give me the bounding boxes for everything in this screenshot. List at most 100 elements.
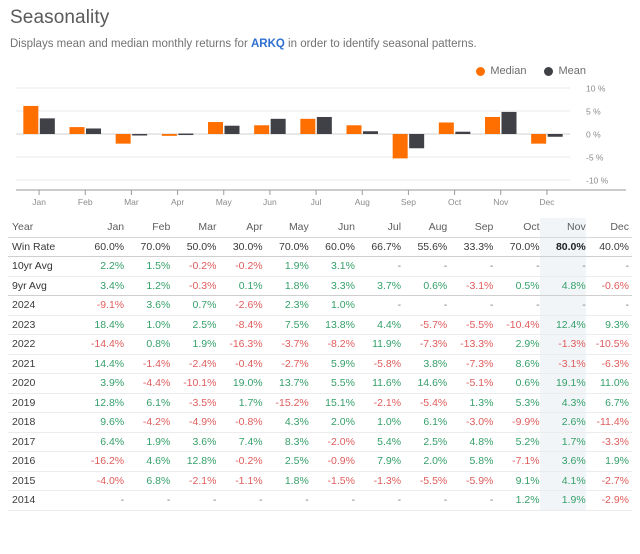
cell-2024-jun: 1.0%: [331, 299, 355, 312]
column-header-aug[interactable]: Aug: [401, 218, 448, 238]
chart-bar-mean-mar[interactable]: [132, 134, 148, 136]
column-header-jun[interactable]: Jun: [308, 218, 355, 238]
x-axis-tick-label: Oct: [448, 197, 462, 207]
column-header-jul[interactable]: Jul: [354, 218, 402, 238]
cell-2017-jul: 5.4%: [377, 435, 402, 448]
cell-2023-apr: -8.4%: [235, 318, 263, 331]
cell-10yr-avg-may: 1.9%: [284, 260, 309, 273]
cell-2022-sep: -13.3%: [460, 338, 494, 351]
cell-10yr-avg-jan: 2.2%: [100, 260, 125, 273]
cell-2023-jul: 4.4%: [377, 318, 402, 331]
ticker-link[interactable]: ARKQ: [251, 38, 285, 50]
cell-win-rate-dec: 40.0%: [599, 240, 629, 253]
chart-svg: 10 % 5 % 0 % -5 % -10 % Jan Feb Mar Apr May Jun Jul…: [16, 84, 626, 207]
column-header-oct[interactable]: Oct: [493, 218, 540, 238]
cell-2014-dec: -2.9%: [601, 494, 629, 507]
chart-bar-median-oct[interactable]: [438, 122, 454, 135]
cell-win-rate-nov: 80.0%: [539, 237, 586, 257]
chart-bar-mean-jul[interactable]: [316, 116, 332, 134]
cell-2017-sep: 4.8%: [469, 435, 494, 448]
circle-dot-icon: [544, 66, 554, 76]
cell-2023-aug: -5.7%: [419, 318, 448, 331]
cell-2024-nov: -: [539, 295, 586, 315]
cell-win-rate-jul: 66.7%: [371, 240, 402, 253]
chart-bar-mean-sep[interactable]: [409, 134, 425, 149]
cell-2018-dec: -11.4%: [596, 416, 630, 429]
chart-bar-mean-apr[interactable]: [178, 133, 194, 136]
cell-2016-apr: -0.2%: [235, 455, 263, 468]
cell-2019-jun: 15.1%: [325, 396, 355, 409]
chart-bar-median-feb[interactable]: [69, 127, 85, 134]
cell-2021-may: -2.7%: [281, 357, 309, 370]
legend-item-mean[interactable]: Mean: [544, 65, 586, 77]
cell-10yr-avg-jun: 3.1%: [331, 260, 355, 273]
cell-2021-oct: 8.6%: [515, 357, 540, 370]
chart-bar-median-jan[interactable]: [23, 105, 39, 134]
chart-bar-median-jun[interactable]: [254, 125, 270, 134]
column-header-year[interactable]: Year: [8, 218, 78, 238]
cell-2014-jun: -: [351, 494, 355, 507]
cell-2024-dec: -: [625, 299, 630, 312]
cell-2015-dec: -2.7%: [601, 474, 629, 487]
column-header-sep[interactable]: Sep: [447, 218, 494, 238]
cell-9yr-avg-feb: 1.2%: [146, 279, 171, 292]
column-header-mar[interactable]: Mar: [170, 218, 217, 238]
x-axis-tick-label: Jul: [311, 197, 322, 207]
chart-bar-median-mar[interactable]: [115, 134, 131, 144]
chart-bar-mean-dec[interactable]: [547, 134, 563, 137]
cell-2019-jul: -2.1%: [373, 396, 402, 409]
cell-2014-feb: -: [166, 494, 171, 507]
legend-item-median[interactable]: Median: [476, 65, 526, 77]
chart-bar-mean-jun[interactable]: [270, 118, 286, 134]
chart-bar-mean-aug[interactable]: [363, 131, 378, 134]
table-row: 2018 9.6% -4.2% -4.9% -0.8% 4.3% 2.0% 1.0% 6.1% -…: [8, 412, 632, 432]
cell-9yr-avg-dec: -0.6%: [601, 279, 629, 292]
cell-2022-dec: -10.5%: [595, 338, 629, 351]
cell-2020-mar: -10.1%: [183, 377, 217, 390]
chart-bar-mean-feb[interactable]: [86, 128, 101, 134]
cell-2017-jan: 6.4%: [100, 435, 125, 448]
cell-2017-nov: 1.7%: [539, 432, 586, 452]
column-header-may[interactable]: May: [262, 218, 309, 238]
cell-2018-jul: 1.0%: [377, 416, 402, 429]
chart-bar-median-nov[interactable]: [485, 116, 500, 134]
chart-bar-median-may[interactable]: [208, 122, 223, 134]
chart-bar-median-sep[interactable]: [392, 134, 408, 159]
cell-2023-nov: 12.4%: [539, 315, 586, 335]
column-header-jan[interactable]: Jan: [78, 218, 125, 238]
cell-2014-aug: -: [443, 494, 448, 507]
chart-bar-median-jul[interactable]: [300, 118, 316, 134]
cell-9yr-avg-oct: 0.5%: [515, 279, 540, 292]
seasonality-bar-chart[interactable]: 10 % 5 % 0 % -5 % -10 % Jan Feb Mar Apr May Jun Jul…: [8, 84, 632, 212]
chart-bar-mean-jan[interactable]: [39, 118, 55, 134]
cell-2023-oct: -10.4%: [506, 318, 540, 331]
chart-bar-mean-oct[interactable]: [455, 131, 471, 134]
chart-bar-median-dec[interactable]: [531, 134, 547, 144]
chart-bar-mean-may[interactable]: [224, 125, 240, 134]
column-header-feb[interactable]: Feb: [124, 218, 171, 238]
column-header-dec[interactable]: Dec: [585, 218, 632, 238]
cell-2016-aug: 2.0%: [423, 455, 448, 468]
cell-2022-jul: 11.9%: [372, 338, 402, 351]
cell-2015-nov: 4.1%: [539, 471, 586, 491]
cell-2022-mar: 1.9%: [192, 338, 217, 351]
cell-2018-nov: 2.6%: [539, 412, 586, 432]
column-header-nov[interactable]: Nov: [539, 218, 586, 238]
cell-2021-jan: 14.4%: [94, 357, 125, 370]
cell-2023-sep: -5.5%: [465, 318, 494, 331]
table-row: 2021 14.4% -1.4% -2.4% -0.4% -2.7% 5.9% -5.8% 3.…: [8, 354, 632, 374]
cell-2015-jul: -1.3%: [373, 474, 402, 487]
cell-2018-oct: -9.9%: [512, 416, 540, 429]
column-header-apr[interactable]: Apr: [216, 218, 263, 238]
table-row: 2017 6.4% 1.9% 3.6% 7.4% 8.3% -2.0% 5.4% 2.5% 4.8…: [8, 432, 632, 452]
cell-2023-feb: 1.0%: [146, 318, 171, 331]
chart-bar-mean-nov[interactable]: [501, 111, 517, 134]
cell-2017-dec: -3.3%: [601, 435, 629, 448]
chart-bar-median-apr[interactable]: [161, 134, 177, 136]
cell-2016-oct: -7.1%: [512, 455, 540, 468]
cell-2022-oct: 2.9%: [515, 338, 540, 351]
chart-bar-median-aug[interactable]: [346, 125, 362, 134]
cell-2015-may: 1.8%: [284, 474, 309, 487]
cell-2020-dec: 11.0%: [600, 377, 629, 390]
cell-2020-aug: 14.6%: [417, 377, 448, 390]
